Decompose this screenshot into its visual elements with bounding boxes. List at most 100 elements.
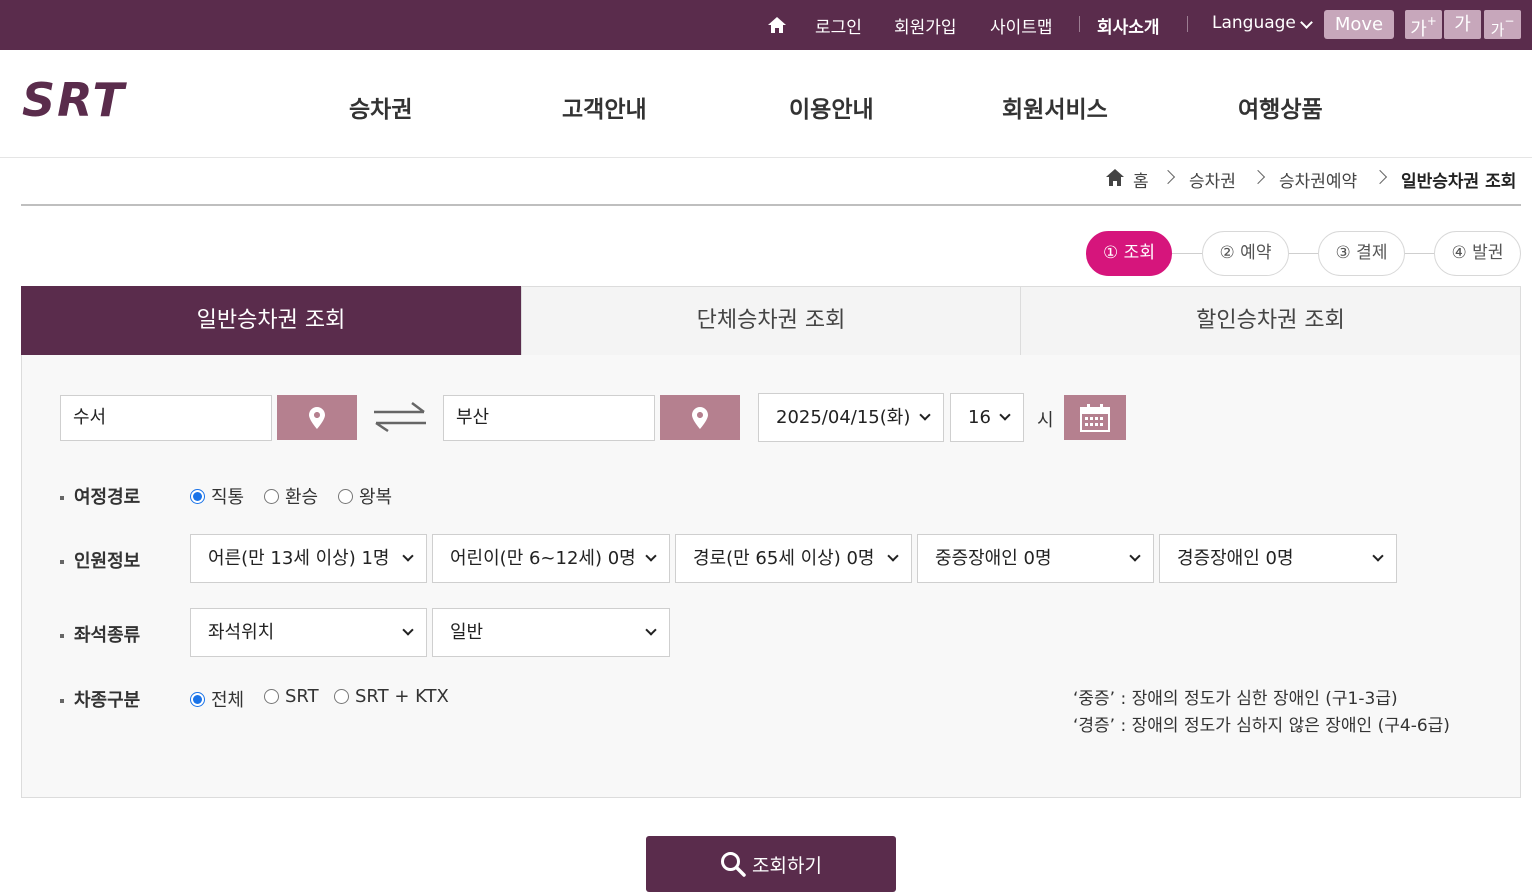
route-direct-radio[interactable]: 직통 [190, 483, 244, 509]
chevron-down-icon [402, 624, 414, 636]
radio-circle [264, 488, 279, 504]
location-pin-icon [692, 406, 708, 429]
font-size-up-label: 가 [1410, 19, 1427, 40]
font-size-down-label: 가 [1490, 21, 1505, 39]
srt-logo[interactable]: SRT [22, 78, 164, 120]
font-size-normal-button[interactable]: 가 [1444, 10, 1481, 39]
route-label: 여정경로 [60, 483, 140, 509]
minus-sign: − [1504, 14, 1515, 28]
home-icon[interactable] [766, 14, 788, 36]
mild-disability-note: ‘경증’ : 장애의 정도가 심하지 않은 장애인 (구4-6급) [1073, 716, 1450, 736]
severe-disabled-count-select[interactable]: 중증장애인 0명 [917, 534, 1154, 583]
tab-discount-ticket[interactable]: 할인승차권 조회 [1020, 286, 1521, 356]
seat-class-value: 일반 [450, 622, 484, 643]
search-button[interactable]: 조회하기 [646, 836, 896, 892]
mild-disabled-count-select[interactable]: 경증장애인 0명 [1159, 534, 1397, 583]
arrival-station-search-button[interactable] [660, 395, 740, 440]
train-type-srt-radio[interactable]: SRT [264, 686, 319, 707]
divider [1079, 16, 1080, 32]
train-type-srt-ktx-label: SRT + KTX [355, 686, 449, 707]
ticket-type-tabs: 일반승차권 조회 단체승차권 조회 할인승차권 조회 [21, 286, 1521, 356]
route-label-text: 여정경로 [74, 487, 141, 508]
route-transfer-label: 환승 [285, 487, 319, 508]
departure-station-search-button[interactable] [277, 395, 357, 440]
chevron-down-icon [645, 624, 657, 636]
chevron-right-icon [1250, 169, 1266, 185]
tab-group-ticket[interactable]: 단체승차권 조회 [521, 286, 1021, 356]
passengers-label: 인원정보 [60, 547, 140, 573]
seat-type-label: 좌석종류 [60, 621, 140, 647]
departure-station-field[interactable]: 수서 [60, 395, 272, 441]
plus-sign: + [1426, 14, 1437, 28]
date-select[interactable]: 2025/04/15(화) [758, 393, 944, 442]
train-type-label: 차종구분 [60, 686, 140, 712]
train-type-all-radio[interactable]: 전체 [190, 686, 244, 712]
search-button-label: 조회하기 [752, 854, 822, 877]
font-size-up-button[interactable]: 가+ [1405, 10, 1442, 40]
nav-travel-products[interactable]: 여행상품 [1238, 90, 1323, 124]
chevron-down-icon [645, 550, 657, 562]
tab-general-ticket[interactable]: 일반승차권 조회 [21, 286, 521, 356]
step-issue: ④ 발권 [1434, 231, 1521, 276]
breadcrumb-home[interactable]: 홈 [1133, 167, 1149, 192]
seat-position-select[interactable]: 좌석위치 [190, 608, 427, 657]
train-type-srt-label: SRT [285, 686, 319, 707]
radio-circle [338, 488, 353, 504]
nav-member-service[interactable]: 회원서비스 [1002, 90, 1108, 124]
bullet [60, 634, 64, 638]
train-type-srt-ktx-radio[interactable]: SRT + KTX [334, 686, 449, 707]
seat-class-select[interactable]: 일반 [432, 608, 670, 657]
route-transfer-radio[interactable]: 환승 [264, 483, 318, 509]
login-link[interactable]: 로그인 [815, 13, 862, 38]
chevron-down-icon [999, 409, 1011, 421]
calendar-icon [1080, 403, 1110, 432]
language-move-button[interactable]: Move [1324, 10, 1394, 39]
sitemap-link[interactable]: 사이트맵 [990, 13, 1053, 38]
step-payment: ③ 결제 [1318, 231, 1405, 276]
bullet [60, 496, 64, 500]
breadcrumb-tickets[interactable]: 승차권 [1189, 167, 1236, 192]
font-size-down-button[interactable]: 가− [1484, 10, 1521, 39]
search-icon [721, 852, 746, 877]
calendar-button[interactable] [1064, 395, 1126, 440]
arrival-station-field[interactable]: 부산 [443, 395, 655, 441]
top-utility-bar: 로그인 회원가입 사이트맵 회사소개 Language Move 가+ 가 가− [0, 0, 1532, 50]
route-roundtrip-label: 왕복 [359, 487, 393, 508]
senior-count-value: 경로(만 65세 이상) 0명 [693, 548, 875, 569]
language-select[interactable]: Language [1212, 13, 1296, 33]
adult-count-select[interactable]: 어른(만 13세 이상) 1명 [190, 534, 427, 583]
bullet [60, 560, 64, 564]
chevron-right-icon [1372, 169, 1388, 185]
chevron-down-icon [1129, 550, 1141, 562]
nav-usage-guide[interactable]: 이용안내 [789, 90, 874, 124]
chevron-down-icon [887, 550, 899, 562]
chevron-down-icon [1300, 16, 1313, 29]
breadcrumb-reservation[interactable]: 승차권예약 [1279, 167, 1357, 192]
nav-customer-guide[interactable]: 고객안내 [562, 90, 647, 124]
senior-count-select[interactable]: 경로(만 65세 이상) 0명 [675, 534, 912, 583]
swap-stations-icon[interactable] [372, 401, 428, 433]
location-pin-icon [309, 406, 325, 429]
route-roundtrip-radio[interactable]: 왕복 [338, 483, 392, 509]
chevron-down-icon [402, 550, 414, 562]
step-reserve: ② 예약 [1202, 231, 1289, 276]
divider [21, 204, 1521, 206]
seat-type-label-text: 좌석종류 [74, 625, 141, 646]
child-count-select[interactable]: 어린이(만 6~12세) 0명 [432, 534, 670, 583]
divider [1187, 16, 1188, 32]
svg-text:SRT: SRT [22, 78, 127, 120]
company-link[interactable]: 회사소개 [1097, 13, 1160, 38]
radio-circle [190, 691, 205, 707]
hour-select[interactable]: 16 [950, 393, 1024, 442]
route-direct-label: 직통 [211, 487, 245, 508]
radio-circle [190, 488, 205, 504]
date-value: 2025/04/15(화) [776, 407, 911, 428]
child-count-value: 어린이(만 6~12세) 0명 [450, 548, 636, 569]
step-search: ① 조회 [1086, 231, 1172, 276]
home-icon [1106, 169, 1124, 186]
bullet [60, 699, 64, 703]
mild-disabled-count-value: 경증장애인 0명 [1177, 548, 1294, 569]
signup-link[interactable]: 회원가입 [894, 13, 957, 38]
nav-tickets[interactable]: 승차권 [349, 90, 412, 124]
hour-unit-label: 시 [1037, 410, 1054, 431]
